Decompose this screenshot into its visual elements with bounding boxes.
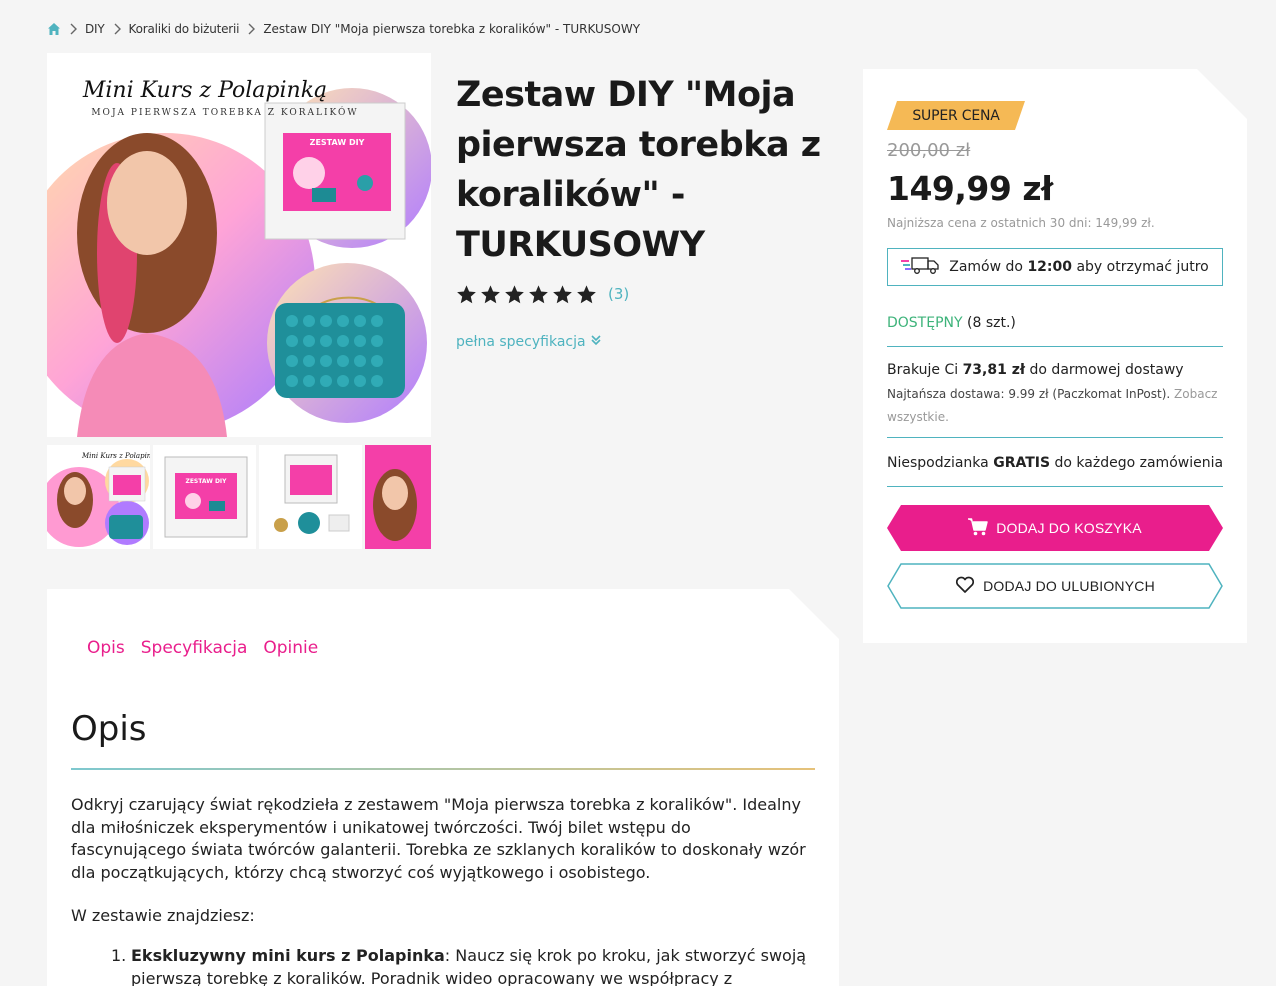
cart-icon — [968, 518, 988, 539]
breadcrumb-item-beads[interactable]: Koraliki do biżuterii — [129, 22, 240, 36]
heading-underline — [71, 768, 815, 770]
product-title-line: pierwsza torebka z — [456, 125, 821, 165]
free-shipping-suffix: do darmowej dostawy — [1029, 362, 1184, 378]
delivery-suffix: aby otrzymać jutro — [1076, 259, 1209, 275]
add-to-wishlist-button[interactable]: DODAJ DO ULUBIONYCH — [887, 563, 1223, 609]
surprise-bold: GRATIS — [993, 455, 1051, 471]
product-title: Zestaw DIY "Moja pierwsza torebka z kora… — [456, 70, 836, 270]
surprise-gift-info: Niespodzianka GRATIS do każdego zamówien… — [887, 455, 1223, 471]
divider — [887, 486, 1223, 487]
delivery-truck-icon — [901, 255, 941, 279]
chevron-right-icon — [69, 23, 77, 35]
availability-count: (8 szt.) — [967, 315, 1016, 331]
rating-count[interactable]: (3) — [608, 285, 629, 303]
heart-icon — [955, 576, 975, 597]
thumb-box-label: ZESTAW DIY — [185, 478, 227, 485]
star-icon — [528, 284, 549, 305]
full-spec-link[interactable]: pełna specyfikacja — [456, 334, 602, 350]
kit-contents-list: 1. Ekskluzywny mini kurs z Polapinka: Na… — [111, 945, 811, 986]
thumb-title: Mini Kurs z Polapinką — [81, 452, 150, 460]
thumbnail-3[interactable] — [259, 445, 362, 549]
list-item-bold: Ekskluzywny mini kurs z Polapinka — [131, 946, 445, 965]
surprise-prefix: Niespodzianka — [887, 455, 989, 471]
add-to-cart-label: DODAJ DO KOSZYKA — [996, 520, 1142, 536]
star-icon — [480, 284, 501, 305]
product-title-line: Zestaw DIY "Moja — [456, 75, 796, 115]
thumbnail-strip: Mini Kurs z Polapinką ZESTAW DIY ZESTAW … — [47, 445, 431, 549]
star-icon — [576, 284, 597, 305]
availability-label: DOSTĘPNY — [887, 315, 963, 331]
availability: DOSTĘPNY (8 szt.) — [887, 315, 1016, 331]
product-main-image[interactable]: ZESTAW DIY Mini Kurs z Polapinką MOJA PI… — [47, 53, 431, 437]
thumbnail-4[interactable]: ZESTAW DIY — [365, 445, 431, 549]
add-to-cart-button[interactable]: DODAJ DO KOSZYKA — [887, 505, 1223, 551]
description-tabs: Opis Specyfikacja Opinie — [87, 638, 318, 658]
free-shipping-prefix: Brakuje Ci — [887, 362, 959, 378]
description-paragraph: Odkryj czarujący świat rękodzieła z zest… — [71, 795, 806, 882]
delivery-prefix: Zamów do — [949, 259, 1023, 275]
thumbnail-1[interactable]: Mini Kurs z Polapinką — [47, 445, 150, 549]
chevron-right-icon — [247, 23, 256, 35]
breadcrumb-item-diy[interactable]: DIY — [85, 22, 105, 36]
cheapest-delivery: Najtańsza dostawa: 9.99 zł (Paczkomat In… — [887, 387, 1171, 401]
description-heading: Opis — [71, 709, 147, 749]
buy-box: SUPER CENA 200,00 zł 149,99 zł Najniższa… — [863, 69, 1247, 643]
divider — [887, 437, 1223, 438]
delivery-text: Zamów do 12:00 aby otrzymać jutro — [949, 259, 1209, 275]
product-rating[interactable]: (3) — [456, 282, 629, 306]
star-icon — [552, 284, 573, 305]
current-price: 149,99 zł — [887, 169, 1053, 208]
list-item: 1. Ekskluzywny mini kurs z Polapinka: Na… — [111, 945, 811, 986]
full-spec-label: pełna specyfikacja — [456, 334, 586, 350]
tab-specification[interactable]: Specyfikacja — [141, 638, 248, 658]
old-price: 200,00 zł — [887, 140, 971, 161]
divider — [887, 346, 1223, 347]
star-icon — [504, 284, 525, 305]
kit-intro: W zestawie znajdziesz: — [71, 906, 255, 925]
tab-reviews[interactable]: Opinie — [263, 638, 318, 658]
chevron-right-icon — [113, 23, 121, 35]
thumbnail-2[interactable]: ZESTAW DIY — [153, 445, 256, 549]
double-chevron-down-icon — [590, 334, 602, 350]
image-title: Mini Kurs z Polapinką — [82, 78, 327, 103]
list-item-number: 1. — [111, 946, 127, 965]
image-subtitle: MOJA PIERWSZA TOREBKA Z KORALIKÓW — [91, 106, 358, 118]
box-label: ZESTAW DIY — [310, 138, 365, 147]
free-shipping-info: Brakuje Ci 73,81 zł do darmowej dostawy — [887, 362, 1184, 378]
description-panel: Opis Specyfikacja Opinie Opis Odkryj cza… — [47, 589, 839, 986]
lowest-price-note: Najniższa cena z ostatnich 30 dni: 149,9… — [887, 216, 1155, 230]
super-price-badge: SUPER CENA — [887, 101, 1025, 130]
product-title-line: TURKUSOWY — [456, 225, 705, 265]
delivery-info-box: Zamów do 12:00 aby otrzymać jutro — [887, 248, 1223, 286]
star-icon — [456, 284, 477, 305]
delivery-time: 12:00 — [1027, 259, 1073, 275]
cheapest-delivery-info: Najtańsza dostawa: 9.99 zł (Paczkomat In… — [887, 383, 1223, 429]
product-title-line: koralików" - — [456, 175, 685, 215]
tab-description[interactable]: Opis — [87, 638, 125, 658]
home-icon[interactable] — [47, 22, 61, 36]
add-to-wishlist-label: DODAJ DO ULUBIONYCH — [983, 578, 1155, 594]
breadcrumb: DIY Koraliki do biżuterii Zestaw DIY "Mo… — [47, 20, 640, 38]
breadcrumb-current: Zestaw DIY "Moja pierwsza torebka z kora… — [263, 22, 641, 36]
free-shipping-amount: 73,81 zł — [962, 362, 1026, 378]
surprise-suffix: do każdego zamówienia — [1054, 455, 1224, 471]
